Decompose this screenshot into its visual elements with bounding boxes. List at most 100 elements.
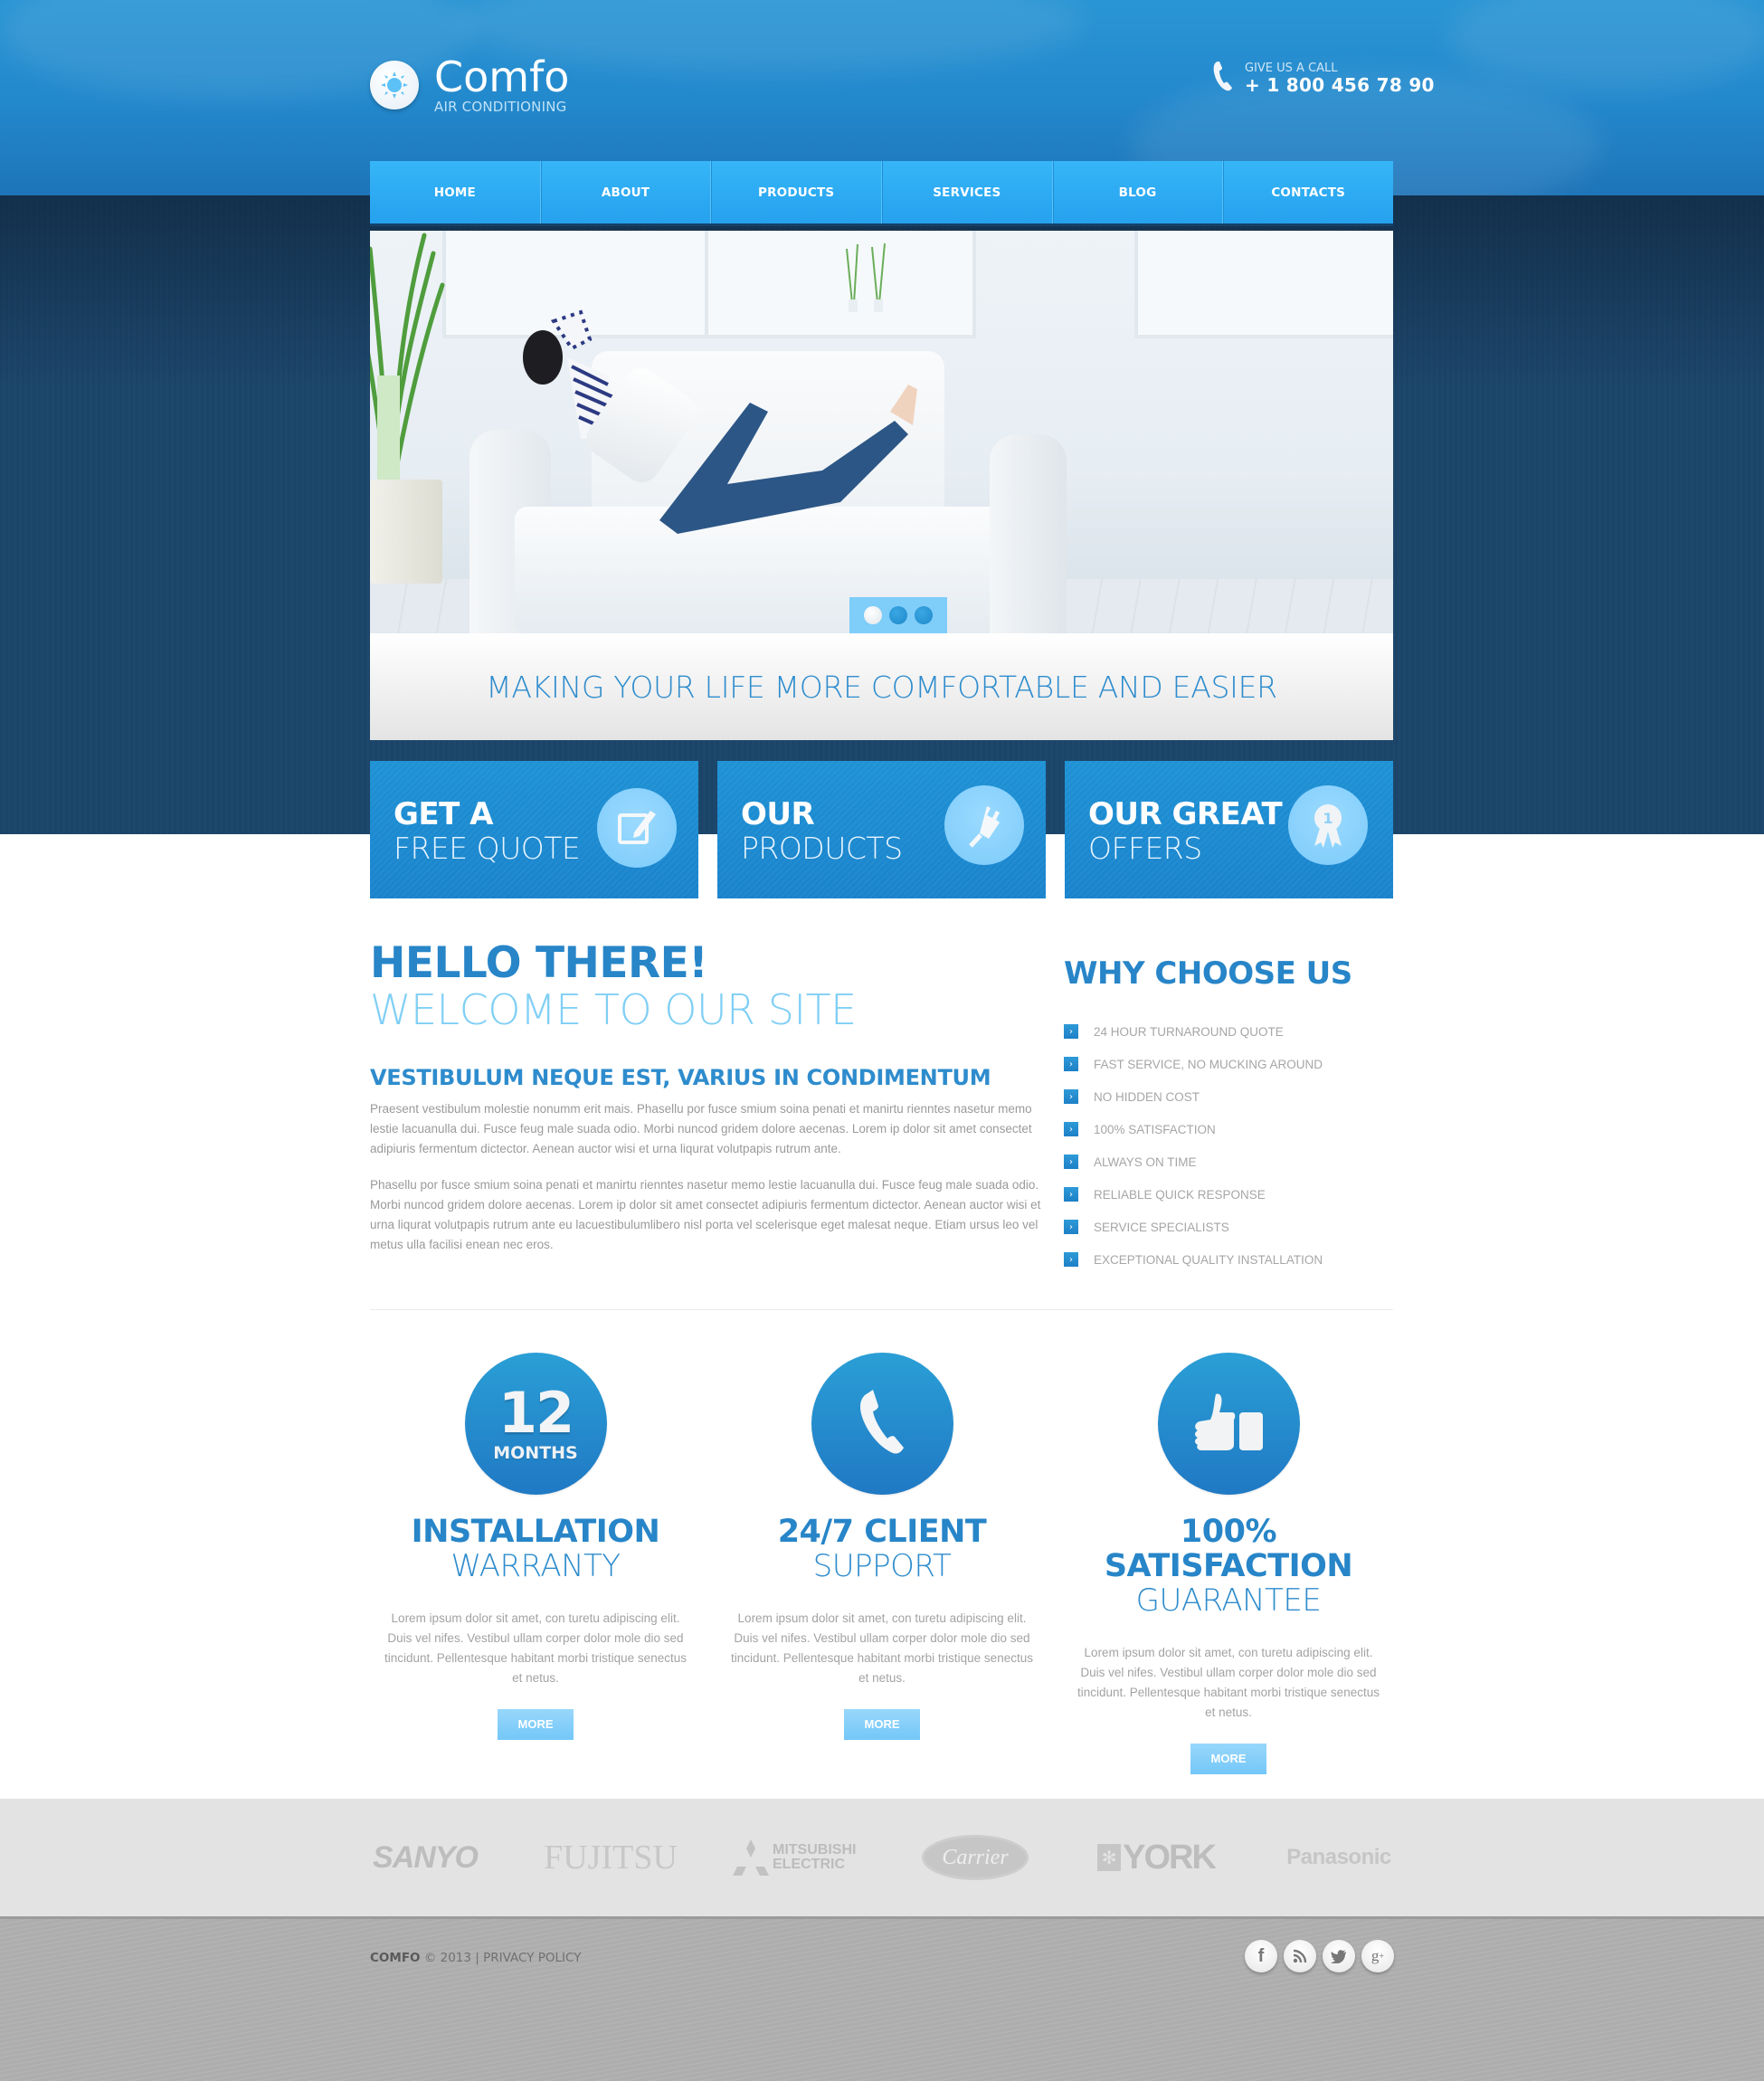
list-item[interactable]: › 24 HOUR TURNAROUND QUOTE xyxy=(1064,1015,1393,1048)
welcome-title: HELLO THERE! xyxy=(370,938,708,988)
brand-logo-mitsubishi[interactable]: MITSUBISHI ELECTRIC xyxy=(733,1799,868,1916)
list-item[interactable]: › EXCEPTIONAL QUALITY INSTALLATION xyxy=(1064,1243,1393,1276)
small-plants xyxy=(845,240,899,312)
list-item[interactable]: › RELIABLE QUICK RESPONSE xyxy=(1064,1178,1393,1211)
nav-item-contacts[interactable]: CONTACTS xyxy=(1222,161,1393,223)
great-offers-box[interactable]: OUR GREAT OFFERS 1 xyxy=(1065,761,1393,898)
list-item[interactable]: › 100% SATISFACTION xyxy=(1064,1113,1393,1145)
brand-name: MITSUBISHI ELECTRIC xyxy=(773,1842,857,1872)
edit-icon xyxy=(597,788,677,868)
google-plus-icon[interactable]: g + xyxy=(1361,1940,1394,1972)
separator: | xyxy=(475,1951,479,1965)
list-item-label: 24 HOUR TURNAROUND QUOTE xyxy=(1094,1024,1284,1039)
phone-icon xyxy=(855,1388,909,1460)
twitter-icon[interactable] xyxy=(1323,1940,1355,1972)
feature-text: Lorem ipsum dolor sit amet, con turetu a… xyxy=(731,1611,1033,1685)
nav-item-products[interactable]: PRODUCTS xyxy=(710,161,881,223)
social-links: f g + xyxy=(1245,1940,1394,1972)
phone-number[interactable]: + 1 800 456 78 90 xyxy=(1245,75,1435,95)
snowflake-icon: ✻ xyxy=(1097,1844,1122,1871)
list-item-label: ALWAYS ON TIME xyxy=(1094,1155,1197,1169)
chevron-right-icon: › xyxy=(1064,1024,1078,1039)
logo-name: Comfo xyxy=(434,52,570,101)
chevron-right-icon: › xyxy=(1064,1122,1078,1136)
privacy-policy-link[interactable]: PRIVACY POLICY xyxy=(483,1951,581,1965)
list-item-label: FAST SERVICE, NO MUCKING AROUND xyxy=(1094,1057,1323,1071)
chevron-right-icon: › xyxy=(1064,1220,1078,1234)
mitsubishi-diamonds-icon xyxy=(733,1839,769,1876)
chevron-right-icon: › xyxy=(1064,1155,1078,1169)
more-button[interactable]: MORE xyxy=(1190,1744,1266,1774)
feature-text: Lorem ipsum dolor sit amet, con turetu a… xyxy=(384,1611,687,1685)
plant-image xyxy=(370,231,451,511)
badge-unit: MONTHS xyxy=(493,1442,578,1463)
welcome-subtitle: WELCOME TO OUR SITE xyxy=(370,985,857,1034)
slider-dot-3[interactable] xyxy=(915,606,933,624)
list-item[interactable]: › NO HIDDEN COST xyxy=(1064,1080,1393,1113)
feature-support: 24/7 CLIENT SUPPORT Lorem ipsum dolor si… xyxy=(710,1353,1054,1740)
plant-pot xyxy=(370,480,442,584)
box-title: GET A xyxy=(394,796,493,832)
nav-item-home[interactable]: HOME xyxy=(370,161,540,223)
plug-icon xyxy=(944,785,1024,865)
thumbs-up-icon xyxy=(1192,1392,1265,1456)
box-subtitle: PRODUCTS xyxy=(741,831,903,866)
facebook-icon[interactable]: f xyxy=(1245,1940,1277,1972)
box-title: OUR xyxy=(741,796,815,832)
more-button[interactable]: MORE xyxy=(844,1709,920,1740)
copyright: COMFO © 2013 | PRIVACY POLICY xyxy=(370,1951,581,1965)
nav-item-about[interactable]: ABOUT xyxy=(539,161,711,223)
list-item-label: NO HIDDEN COST xyxy=(1094,1089,1200,1104)
satisfaction-badge xyxy=(1157,1353,1300,1495)
brand-name: Carrier xyxy=(922,1835,1029,1880)
slider-dot-1[interactable] xyxy=(864,606,882,624)
chevron-right-icon: › xyxy=(1064,1057,1078,1071)
site-logo[interactable]: Comfo AIR CONDITIONING xyxy=(370,56,569,114)
brand-logo-fujitsu[interactable]: FUJITSU xyxy=(544,1799,678,1916)
brand-logo-york[interactable]: ✻ YORK xyxy=(1093,1799,1219,1916)
svg-text:1: 1 xyxy=(1323,810,1332,827)
feature-warranty: 12 MONTHS INSTALLATION WARRANTY Lorem ip… xyxy=(364,1353,707,1740)
list-item-label: SERVICE SPECIALISTS xyxy=(1094,1220,1229,1234)
nav-item-blog[interactable]: BLOG xyxy=(1051,161,1223,223)
logo-tagline: AIR CONDITIONING xyxy=(434,99,567,115)
page: Comfo AIR CONDITIONING GIVE US A CALL + … xyxy=(0,0,1764,2081)
more-button[interactable]: MORE xyxy=(498,1709,574,1740)
why-choose-us: WHY CHOOSE US › 24 HOUR TURNAROUND QUOTE … xyxy=(1064,952,1393,1276)
nav-item-services[interactable]: SERVICES xyxy=(881,161,1052,223)
feature-subtitle: GUARANTEE xyxy=(1135,1582,1322,1619)
feature-title: INSTALLATION xyxy=(411,1514,660,1550)
list-item-label: 100% SATISFACTION xyxy=(1094,1122,1216,1136)
welcome-paragraph: Phasellu por fusce smium soina penati et… xyxy=(370,1178,1041,1251)
our-products-box[interactable]: OUR PRODUCTS xyxy=(717,761,1046,898)
list-item-label: RELIABLE QUICK RESPONSE xyxy=(1094,1187,1266,1202)
brand-logo-panasonic[interactable]: Panasonic xyxy=(1280,1799,1398,1916)
phone-contact: GIVE US A CALL + 1 800 456 78 90 xyxy=(1212,60,1435,96)
welcome-heading: VESTIBULUM NEQUE EST, VARIUS IN CONDIMEN… xyxy=(370,1065,991,1090)
rss-icon[interactable] xyxy=(1284,1940,1316,1972)
chevron-right-icon: › xyxy=(1064,1187,1078,1202)
feature-title: 100% SATISFACTION xyxy=(1104,1514,1353,1584)
sun-icon xyxy=(370,61,419,109)
phone-icon xyxy=(1212,60,1234,96)
brand-logo-carrier[interactable]: Carrier xyxy=(921,1799,1029,1916)
copyright-year: © 2013 xyxy=(423,1951,471,1965)
box-title: OUR GREAT xyxy=(1088,796,1283,832)
brand-logo-sanyo[interactable]: SANYO xyxy=(366,1799,484,1916)
phone-label: GIVE US A CALL xyxy=(1245,61,1338,75)
footer: COMFO © 2013 | PRIVACY POLICY f g + xyxy=(0,1916,1764,2081)
why-choose-title: WHY CHOOSE US xyxy=(1064,955,1352,992)
feature-text: Lorem ipsum dolor sit amet, con turetu a… xyxy=(1077,1646,1380,1719)
free-quote-box[interactable]: GET A FREE QUOTE xyxy=(370,761,698,898)
box-subtitle: FREE QUOTE xyxy=(394,831,581,866)
slider-tagline: MAKING YOUR LIFE MORE COMFORTABLE AND EA… xyxy=(370,633,1393,740)
section-divider xyxy=(370,1309,1393,1310)
list-item[interactable]: › FAST SERVICE, NO MUCKING AROUND xyxy=(1064,1048,1393,1080)
slider-dot-2[interactable] xyxy=(889,606,907,624)
support-badge xyxy=(811,1353,953,1495)
list-item[interactable]: › SERVICE SPECIALISTS xyxy=(1064,1211,1393,1243)
feature-subtitle: SUPPORT xyxy=(812,1548,952,1584)
feature-subtitle: WARRANTY xyxy=(450,1548,621,1584)
hero-slider[interactable] xyxy=(370,231,1393,633)
list-item[interactable]: › ALWAYS ON TIME xyxy=(1064,1145,1393,1178)
